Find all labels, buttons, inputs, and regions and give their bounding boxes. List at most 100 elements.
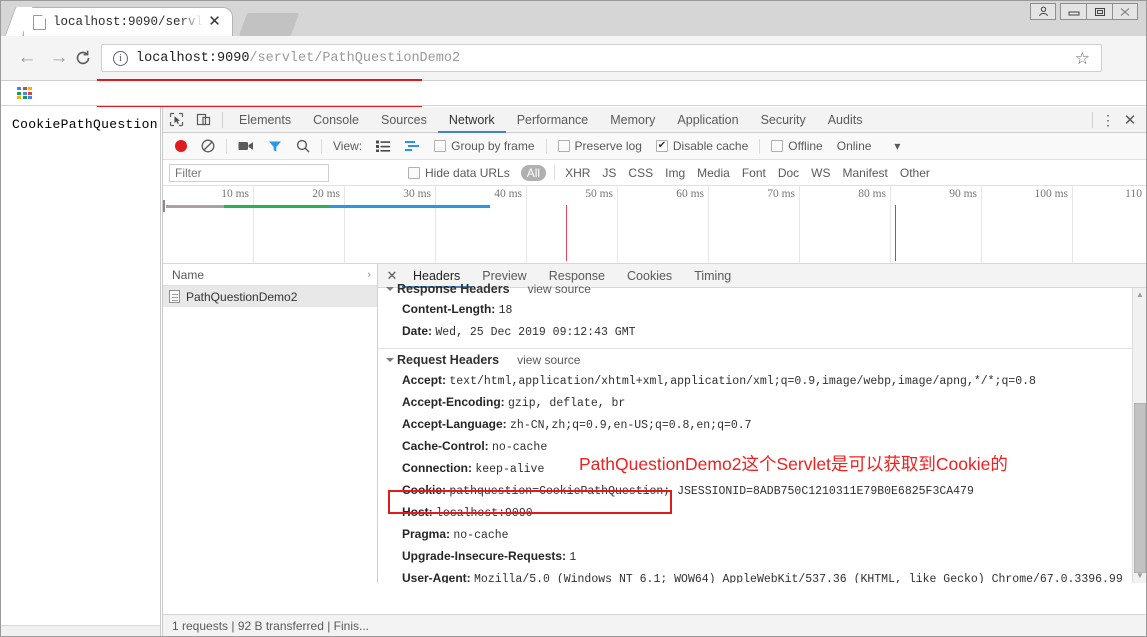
- close-icon[interactable]: ✕: [207, 14, 222, 29]
- header-value: no-cache: [453, 529, 509, 542]
- header-row: Accept: text/html,application/xhtml+xml,…: [388, 370, 1132, 392]
- filter-type-img[interactable]: Img: [659, 166, 691, 180]
- request-headers-section[interactable]: Request Headers view source: [386, 349, 1132, 370]
- tab-performance[interactable]: Performance: [506, 107, 600, 133]
- tab-console[interactable]: Console: [302, 107, 370, 133]
- header-row: Upgrade-Insecure-Requests: 1: [388, 546, 1132, 568]
- window-close-icon[interactable]: [1112, 3, 1138, 20]
- devtools-close-icon[interactable]: ✕: [1118, 111, 1142, 129]
- tab-memory[interactable]: Memory: [599, 107, 666, 133]
- disable-cache-option[interactable]: ✔ Disable cache: [649, 133, 755, 160]
- filter-type-doc[interactable]: Doc: [772, 166, 805, 180]
- maximize-icon[interactable]: [1086, 3, 1112, 20]
- header-name: Cache-Control:: [402, 439, 489, 453]
- filter-type-all[interactable]: All: [520, 164, 547, 181]
- chevron-down-icon[interactable]: [386, 287, 394, 291]
- browser-tab[interactable]: localhost:9090/servlet ✕: [23, 7, 233, 36]
- tab-application[interactable]: Application: [666, 107, 749, 133]
- header-name: Connection:: [402, 461, 472, 475]
- filter-type-manifest[interactable]: Manifest: [837, 166, 894, 180]
- filter-type-css[interactable]: CSS: [622, 166, 659, 180]
- tick-label: 110: [1125, 188, 1142, 200]
- window-controls: [1030, 3, 1138, 20]
- site-info-icon[interactable]: i: [113, 50, 128, 66]
- filter-type-js[interactable]: JS: [596, 166, 622, 180]
- browser-window: localhost:9090/servlet ✕ ← → i localhost…: [0, 0, 1147, 637]
- search-icon: [296, 139, 310, 153]
- load-event-line: [895, 205, 896, 261]
- url-path: /servlet/PathQuestionDemo2: [249, 50, 461, 66]
- response-headers-section[interactable]: Response Headers view source: [386, 278, 1132, 299]
- table-row[interactable]: PathQuestionDemo2: [163, 286, 377, 307]
- filter-type-xhr[interactable]: XHR: [559, 166, 596, 180]
- request-view-source-link[interactable]: view source: [517, 353, 580, 367]
- throttling-caret[interactable]: ▾: [878, 133, 907, 160]
- column-resize-handle[interactable]: ›: [367, 269, 371, 281]
- scrollbar-thumb[interactable]: [1134, 403, 1146, 573]
- filter-divider: [554, 165, 556, 180]
- hide-data-urls-option[interactable]: Hide data URLs: [401, 159, 517, 186]
- header-value: localhost:9090: [436, 507, 533, 520]
- minimize-icon[interactable]: [1060, 3, 1086, 20]
- group-by-frame-option[interactable]: Group by frame: [427, 133, 541, 160]
- scroll-up-icon[interactable]: ▲: [1135, 290, 1145, 300]
- header-row: Host: localhost:9090: [388, 502, 1132, 524]
- overview-bar-download: [224, 205, 329, 208]
- inspect-element-icon[interactable]: [163, 107, 190, 133]
- offline-option[interactable]: Offline: [764, 133, 829, 160]
- chevron-down-icon[interactable]: [386, 358, 394, 362]
- tab-audits[interactable]: Audits: [817, 107, 874, 133]
- disable-cache-checkbox[interactable]: ✔: [655, 140, 668, 152]
- header-row: Accept-Language: zh-CN,zh;q=0.9,en-US;q=…: [388, 414, 1132, 436]
- offline-label: Offline: [788, 139, 823, 153]
- tab-security[interactable]: Security: [750, 107, 817, 133]
- network-overview[interactable]: 10 ms 20 ms 30 ms 40 ms 50 ms 60 ms 70 m…: [163, 186, 1146, 264]
- throttling-select[interactable]: Online: [830, 133, 879, 160]
- page-horizontal-scrollbar[interactable]: [1, 625, 160, 636]
- preserve-log-label: Preserve log: [574, 139, 642, 153]
- detail-vertical-scrollbar[interactable]: ▲ ▼: [1132, 288, 1146, 583]
- clear-button[interactable]: [194, 133, 222, 160]
- address-bar[interactable]: i localhost:9090/servlet/PathQuestionDem…: [101, 44, 1102, 72]
- filter-toggle-button[interactable]: [261, 133, 289, 160]
- tab-network[interactable]: Network: [438, 107, 506, 133]
- scroll-down-icon[interactable]: ▼: [1135, 571, 1145, 581]
- record-button[interactable]: [168, 133, 194, 160]
- list-view-button[interactable]: [369, 133, 397, 160]
- list-view-icon: [376, 140, 391, 152]
- header-name: User-Agent:: [402, 571, 471, 583]
- toolbar-divider: [321, 138, 322, 154]
- group-by-frame-checkbox[interactable]: [434, 140, 447, 152]
- apps-grid-icon[interactable]: [17, 87, 32, 100]
- toolbar-divider: [222, 111, 223, 128]
- filter-type-font[interactable]: Font: [736, 166, 772, 180]
- network-summary-text: 1 requests | 92 B transferred | Finis...: [172, 619, 369, 633]
- offline-checkbox[interactable]: [771, 140, 784, 152]
- search-button[interactable]: [289, 133, 317, 160]
- preserve-log-option[interactable]: Preserve log: [551, 133, 649, 160]
- header-row-cookie: Cookie: pathquestion=CookiePathQuestion;…: [388, 480, 1132, 502]
- waterfall-view-icon: [405, 141, 420, 151]
- waterfall-view-button[interactable]: [397, 133, 427, 160]
- new-tab-button[interactable]: [238, 13, 300, 36]
- tab-elements[interactable]: Elements: [228, 107, 302, 133]
- filter-type-ws[interactable]: WS: [805, 166, 836, 180]
- filter-type-media[interactable]: Media: [691, 166, 736, 180]
- account-icon[interactable]: [1030, 3, 1056, 20]
- more-options-icon[interactable]: ⋮: [1098, 113, 1118, 127]
- capture-screenshots-button[interactable]: [231, 133, 261, 160]
- response-view-source-link[interactable]: view source: [528, 282, 591, 296]
- header-name: Pragma:: [402, 527, 451, 541]
- preserve-log-checkbox[interactable]: [557, 140, 570, 152]
- forward-icon[interactable]: →: [47, 46, 71, 70]
- reload-icon[interactable]: [71, 46, 95, 70]
- tick-label: 30 ms: [403, 188, 431, 200]
- tick-label: 70 ms: [767, 188, 795, 200]
- tab-sources[interactable]: Sources: [370, 107, 438, 133]
- filter-input[interactable]: [169, 163, 329, 182]
- bookmark-star-icon[interactable]: ☆: [1075, 49, 1090, 69]
- back-icon[interactable]: ←: [15, 46, 39, 70]
- hide-data-urls-checkbox[interactable]: [408, 166, 420, 179]
- filter-type-other[interactable]: Other: [894, 166, 936, 180]
- device-toolbar-icon[interactable]: [190, 107, 217, 133]
